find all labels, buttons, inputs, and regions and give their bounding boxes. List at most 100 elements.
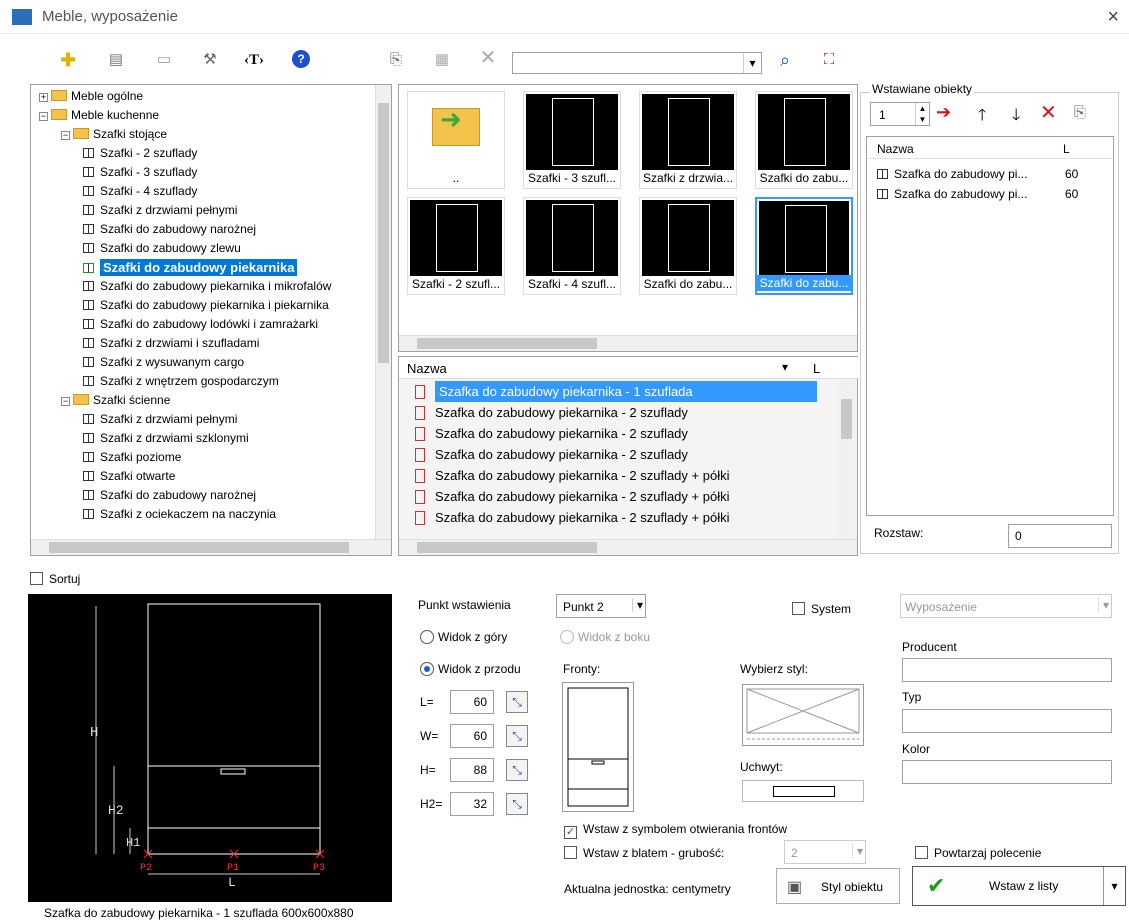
tree-expander-icon[interactable]: −	[61, 397, 70, 406]
fronts-preview[interactable]	[562, 682, 634, 812]
view-front-radio-dot[interactable]	[420, 662, 434, 676]
object-list[interactable]: Nazwa ▾ L Szafka do zabudowy piekarnika …	[398, 356, 859, 556]
properties-icon[interactable]: ▤	[106, 50, 126, 70]
pick-dimension-icon[interactable]: ⤡	[506, 759, 528, 781]
tree-item[interactable]: Szafki do zabudowy lodówki i zamrażarki	[83, 315, 318, 334]
thumbnail[interactable]: Szafki do zabu...	[755, 91, 853, 189]
tree-item[interactable]: Szafki do zabudowy piekarnika i mikrofal…	[83, 277, 331, 296]
thumbnail[interactable]: Szafki z drzwia...	[639, 91, 737, 189]
delete-icon[interactable]: ✕	[478, 48, 498, 68]
tree-item[interactable]: Szafki - 2 szuflady	[83, 144, 197, 163]
repeat-checkbox-box[interactable]	[915, 846, 928, 859]
dimension-input[interactable]: 88	[450, 758, 494, 782]
repeat-checkbox[interactable]: Powtarzaj polecenie	[915, 846, 1041, 860]
handle-picker[interactable]	[742, 780, 864, 802]
list-item[interactable]: Szafka do zabudowy piekarnika - 2 szufla…	[399, 444, 837, 465]
list-horizontal-scrollbar[interactable]	[399, 539, 857, 555]
type-input[interactable]	[902, 709, 1112, 733]
chevron-down-icon[interactable]: ▾	[743, 53, 761, 73]
pick-dimension-icon[interactable]: ⤡	[506, 793, 528, 815]
search-combo[interactable]: ▾	[512, 52, 762, 74]
color-input[interactable]	[902, 760, 1112, 784]
tree-item[interactable]: + Meble ogólne	[39, 87, 143, 106]
view-front-radio[interactable]: Widok z przodu	[420, 662, 521, 676]
remove-icon[interactable]: ✕	[1040, 100, 1057, 125]
document-icon[interactable]: ▭	[154, 50, 174, 70]
tree-item[interactable]: Szafki z wysuwanym cargo	[83, 353, 244, 372]
thumbnail[interactable]: Szafki - 2 szufl...	[407, 197, 505, 295]
tools-icon[interactable]: ⚒	[200, 50, 220, 70]
red-arrow-icon[interactable]: ➔	[936, 102, 951, 123]
tree-item[interactable]: Szafki poziome	[83, 448, 181, 467]
spinner-arrows-icon[interactable]: ▲ ▼	[915, 103, 929, 125]
inserted-list[interactable]: Nazwa L Szafka do zabudowy pi... 60 Szafka…	[866, 136, 1114, 516]
find-binoculars-icon[interactable]: ⛶	[818, 50, 840, 70]
inserted-item[interactable]: Szafka do zabudowy pi... 60	[877, 167, 1107, 185]
object-style-button[interactable]: ▣ Styl obiektu	[776, 868, 900, 904]
dimension-input[interactable]: 60	[450, 690, 494, 714]
list-vertical-scrollbar[interactable]	[839, 381, 855, 539]
copy-list-icon[interactable]: ⎘	[1074, 104, 1086, 121]
tree-item[interactable]: Szafki z wnętrzem gospodarczym	[83, 372, 279, 391]
thumbnail[interactable]: Szafki - 3 szufl...	[523, 91, 621, 189]
producer-input[interactable]	[902, 658, 1112, 682]
chevron-down-icon[interactable]: ▾	[1103, 867, 1125, 905]
count-spinner[interactable]: 1 ▲ ▼	[870, 102, 930, 126]
inserted-item[interactable]: Szafka do zabudowy pi... 60	[877, 187, 1107, 205]
tree-hscroll-thumb[interactable]	[49, 542, 349, 553]
dimension-input[interactable]: 32	[450, 792, 494, 816]
style-picker[interactable]	[742, 684, 864, 746]
insert-point-select[interactable]: Punkt 2 ▾	[556, 594, 646, 618]
list-item[interactable]: Szafka do zabudowy piekarnika - 2 szufla…	[399, 486, 837, 507]
tree-item[interactable]: − Szafki ścienne	[61, 391, 170, 410]
tree-item[interactable]: Szafki do zabudowy zlewu	[83, 239, 241, 258]
list-scroll-thumb[interactable]	[841, 399, 852, 439]
table-icon[interactable]: ▦	[432, 50, 452, 70]
thumbs-scroll-thumb[interactable]	[417, 338, 597, 349]
tree-item[interactable]: Szafki z drzwiami pełnymi	[83, 410, 237, 429]
tree-expander-icon[interactable]: +	[39, 93, 48, 102]
copy-icon[interactable]: ⎘	[386, 50, 406, 70]
tree-item[interactable]: Szafki do zabudowy piekarnika i piekarni…	[83, 296, 329, 315]
insert-top-checkbox-box[interactable]	[564, 846, 577, 859]
sort-checkbox-box[interactable]	[30, 572, 43, 585]
move-up-icon[interactable]: 🡑	[978, 104, 986, 131]
sort-chevron-icon[interactable]: ▾	[782, 360, 788, 374]
list-item[interactable]: Szafka do zabudowy piekarnika - 1 szufla…	[399, 381, 837, 402]
tree-scroll-thumb[interactable]	[378, 103, 389, 363]
insert-top-checkbox[interactable]: Wstaw z blatem - grubość:	[564, 846, 724, 860]
search-icon[interactable]: ⌕	[775, 50, 795, 70]
system-checkbox-box[interactable]	[792, 602, 805, 615]
dimension-input[interactable]: 60	[450, 724, 494, 748]
list-hscroll-thumb[interactable]	[417, 542, 597, 553]
system-checkbox[interactable]: System	[792, 602, 851, 616]
sort-checkbox[interactable]: Sortuj	[30, 572, 80, 586]
help-icon[interactable]: ?	[292, 50, 310, 68]
tree-vertical-scrollbar[interactable]	[375, 85, 391, 539]
tree-expander-icon[interactable]: −	[61, 131, 70, 140]
tree-item[interactable]: − Meble kuchenne	[39, 106, 159, 125]
tree-item[interactable]: Szafki do zabudowy narożnej	[83, 486, 256, 505]
list-header-l[interactable]: L	[813, 361, 820, 376]
tree-horizontal-scrollbar[interactable]	[31, 539, 391, 555]
inserted-header-l[interactable]: L	[1063, 142, 1070, 156]
tree-item[interactable]: Szafki z ociekaczem na naczynia	[83, 505, 276, 524]
tree-item[interactable]: Szafki - 4 szuflady	[83, 182, 197, 201]
list-item[interactable]: Szafka do zabudowy piekarnika - 2 szufla…	[399, 423, 837, 444]
list-item[interactable]: Szafka do zabudowy piekarnika - 2 szufla…	[399, 507, 837, 528]
tree-item[interactable]: − Szafki stojące	[61, 125, 167, 144]
tree-item[interactable]: Szafki z drzwiami pełnymi	[83, 201, 237, 220]
list-header-name[interactable]: Nazwa	[407, 361, 447, 376]
thumbnail[interactable]: Szafki do zabu...	[639, 197, 737, 295]
insert-from-list-button[interactable]: ✔ Wstaw z listy ▾	[912, 866, 1126, 906]
pick-dimension-icon[interactable]: ⤡	[506, 725, 528, 747]
insert-symbol-checkbox[interactable]: ✓ Wstaw z symbolem otwierania frontów	[564, 822, 787, 839]
thumbnail[interactable]: Szafki do zabu...	[755, 197, 853, 295]
tree-item[interactable]: Szafki do zabudowy narożnej	[83, 220, 256, 239]
tree-item[interactable]: Szafki otwarte	[83, 467, 175, 486]
spacing-input[interactable]: 0	[1008, 524, 1112, 548]
close-icon[interactable]: ×	[1107, 6, 1119, 29]
list-item[interactable]: Szafka do zabudowy piekarnika - 2 szufla…	[399, 402, 837, 423]
thumbs-horizontal-scrollbar[interactable]	[399, 335, 857, 351]
tree-item[interactable]: Szafki z drzwiami i szufladami	[83, 334, 259, 353]
